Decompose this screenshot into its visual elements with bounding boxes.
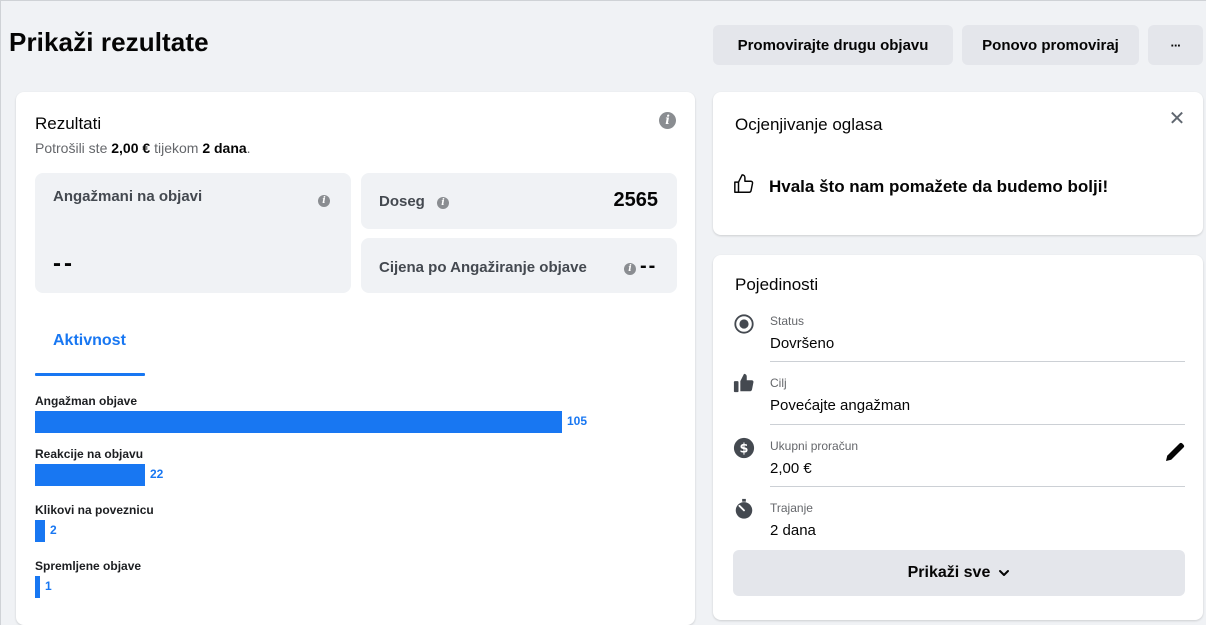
reach-label: Doseg [379,193,425,210]
activity-bar-value: 22 [150,467,164,481]
repromote-label: Ponovo promoviraj [982,36,1119,54]
edit-pencil-icon[interactable] [1163,440,1187,464]
duration-label: Trajanje [770,501,813,515]
status-radio-icon [734,314,754,334]
more-icon: ··· [1170,37,1182,53]
results-info-icon[interactable]: i [659,112,676,129]
promote-other-post-label: Promovirajte drugu objavu [737,36,929,54]
ad-rating-message: Hvala što nam pomažete da budemo bolji! [769,177,1109,196]
status-label: Status [770,314,805,328]
cost-info-icon[interactable]: i [624,263,636,275]
activity-bar-value: 2 [50,523,57,537]
goal-value: Povećajte angažman [770,397,911,414]
results-title: Rezultati [35,114,102,133]
engagements-label: Angažmani na objavi [53,188,203,205]
page-title: Prikaži rezultate [9,27,209,57]
engagements-info-icon[interactable]: i [318,195,330,207]
activity-bar [35,411,562,433]
activity-bar [35,576,40,598]
budget-value: 2,00 € [770,460,812,477]
tab-activity-indicator [35,373,145,376]
ad-rating-title: Ocjenjivanje oglasa [735,115,883,134]
cost-value: -- [640,255,658,277]
status-divider [770,361,1185,362]
show-all-button[interactable]: Prikaži sve [733,550,1185,596]
spent-suffix: . [246,140,251,156]
results-card [16,92,695,625]
status-value: Dovršeno [770,335,835,352]
activity-bar-label: Klikovi na poveznicu [35,503,154,517]
promote-other-post-button[interactable]: Promovirajte drugu objavu [713,25,953,65]
ad-rating-card [713,92,1203,235]
svg-text:$: $ [740,442,749,457]
thumbs-up-outline-icon [734,174,754,193]
activity-bar-value: 105 [567,414,588,428]
activity-bar-value: 1 [45,579,52,593]
duration-value: 2 dana [770,522,816,539]
budget-divider [770,486,1185,487]
reach-value: 2565 [613,189,659,211]
activity-bar [35,464,145,486]
goal-divider [770,424,1185,425]
repromote-button[interactable]: Ponovo promoviraj [962,25,1139,65]
activity-bar [35,520,45,542]
activity-bar-label: Reakcije na objavu [35,447,144,461]
chevron-down-icon [999,570,1010,576]
goal-label: Cilj [770,376,787,390]
tab-activity[interactable]: Aktivnost [53,332,126,350]
reach-info-icon[interactable]: i [437,197,449,209]
more-options-button[interactable]: ··· [1148,25,1203,65]
stopwatch-icon [735,498,753,519]
spent-amount: 2,00 € [111,140,151,156]
activity-bar-label: Angažman objave [35,394,138,408]
dollar-icon: $ [733,437,755,459]
engagements-value: -- [53,250,75,277]
cost-label: Cijena po Angažiranje objave [379,259,587,276]
budget-label: Ukupni proračun [770,439,859,453]
thumbs-up-icon [733,373,754,393]
details-title: Pojedinosti [735,275,819,294]
activity-bar-label: Spremljene objave [35,559,142,573]
close-icon[interactable]: ✕ [1166,108,1188,130]
spent-days: 2 dana [202,140,247,156]
spent-summary: Potrošili ste 2,00 € tijekom 2 dana. [35,140,251,156]
spent-prefix: Potrošili ste [35,140,112,156]
spent-mid: tijekom [150,140,203,156]
show-all-label: Prikaži sve [907,564,991,581]
